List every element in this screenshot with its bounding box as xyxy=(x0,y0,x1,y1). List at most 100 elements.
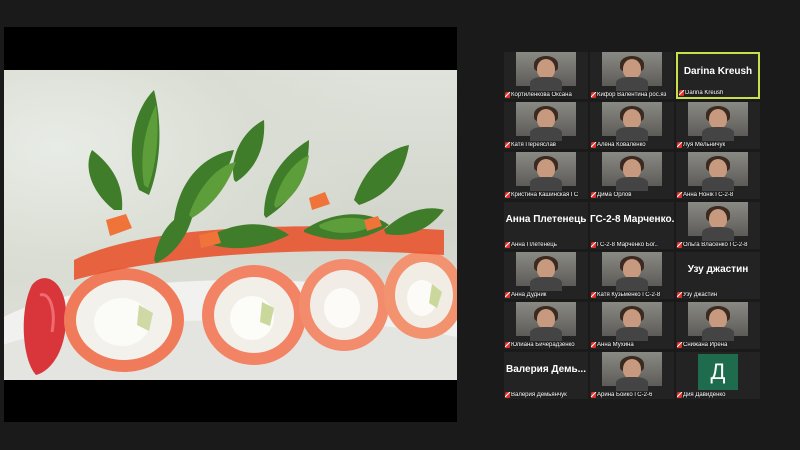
participant-video xyxy=(602,352,662,391)
participant-video xyxy=(602,302,662,341)
participant-name-label: ГС-2-8 Марченко Бог.. xyxy=(591,242,673,248)
participant-tile[interactable]: Валерия Демь... Валерия Демьянчук xyxy=(504,352,588,399)
participant-display-name: Узу джастин xyxy=(687,264,749,275)
participant-name: Катя Переяслав xyxy=(511,142,556,148)
participant-video xyxy=(602,252,662,291)
muted-mic-icon xyxy=(677,192,682,198)
participant-tile[interactable]: Катя Переяслав xyxy=(504,102,588,149)
participant-tile[interactable]: Кортиленкова Оксана xyxy=(504,52,588,99)
muted-mic-icon xyxy=(591,92,596,98)
participant-name-label: Узу джастин xyxy=(677,292,759,298)
participant-tile[interactable]: Кристина Кашинская ГС xyxy=(504,152,588,199)
participant-name-label: Снижана Ирена xyxy=(677,342,759,348)
participant-name-label: Валерия Демьянчук xyxy=(505,392,587,398)
participant-video xyxy=(516,152,576,191)
participant-name: Снижана Ирена xyxy=(683,342,728,348)
participant-name: Darina Kreush xyxy=(685,90,724,96)
sushi-rolls-photo xyxy=(4,70,457,380)
muted-mic-icon xyxy=(505,392,510,398)
shared-screen xyxy=(4,27,457,422)
participant-video xyxy=(602,52,662,91)
participant-video xyxy=(516,252,576,291)
participant-name-label: Катя Переяслав xyxy=(505,142,587,148)
participant-video xyxy=(516,302,576,341)
muted-mic-icon xyxy=(591,192,596,198)
participant-tile[interactable]: Анна Нонік ГС-2-8 xyxy=(676,152,760,199)
muted-mic-icon xyxy=(677,242,682,248)
participant-name: Анна Плетенець xyxy=(511,242,557,248)
participant-name-label: Дима Орлов xyxy=(591,192,673,198)
participant-name-label: Арина Бойко ГС-2-6 xyxy=(591,392,673,398)
participant-name-label: Анна Мухина xyxy=(591,342,673,348)
muted-mic-icon xyxy=(677,392,682,398)
participant-name-label: Анна Плетенець xyxy=(505,242,587,248)
muted-mic-icon xyxy=(591,292,596,298)
participant-tile[interactable]: Д Дия Давиденко xyxy=(676,352,760,399)
participant-tile[interactable]: Darina Kreush Darina Kreush xyxy=(676,52,760,99)
participant-name: Кристина Кашинская ГС xyxy=(511,192,579,198)
muted-mic-icon xyxy=(591,392,596,398)
participant-tile[interactable]: Снижана Ирена xyxy=(676,302,760,349)
participant-video xyxy=(688,202,748,241)
muted-mic-icon xyxy=(505,92,510,98)
participant-tile[interactable]: Узу джастин Узу джастин xyxy=(676,252,760,299)
participant-name: Катя Кузьменко ГС-2-8 xyxy=(597,292,661,298)
participant-video xyxy=(688,152,748,191)
participant-name: Луя Мельничук xyxy=(683,142,726,148)
participant-name: Анна Мухина xyxy=(597,342,634,348)
participant-name: Ольга Власенко ГС-2-8 xyxy=(683,242,748,248)
participant-display-name: ГС-2-8 Марченко... xyxy=(590,214,674,225)
participant-video xyxy=(516,52,576,91)
participant-video xyxy=(516,102,576,141)
participant-avatar: Д xyxy=(698,354,738,390)
participant-tile[interactable]: Кифор Валентина рос.яз xyxy=(590,52,674,99)
muted-mic-icon xyxy=(505,342,510,348)
participant-name: Юлиана Бичерадзенко xyxy=(511,342,575,348)
participant-tile[interactable]: Юлиана Бичерадзенко xyxy=(504,302,588,349)
participant-name: Анна Дудник xyxy=(511,292,547,298)
participant-display-name: Валерия Демь... xyxy=(506,364,586,375)
participant-name: Алёна Коваленко xyxy=(597,142,646,148)
participant-name-label: Дия Давиденко xyxy=(677,392,759,398)
muted-mic-icon xyxy=(679,90,684,96)
participant-display-name: Darina Kreush xyxy=(683,66,753,77)
participant-tile[interactable]: Ольга Власенко ГС-2-8 xyxy=(676,202,760,249)
participant-tile[interactable]: Дима Орлов xyxy=(590,152,674,199)
muted-mic-icon xyxy=(677,342,682,348)
participant-tile[interactable]: Луя Мельничук xyxy=(676,102,760,149)
muted-mic-icon xyxy=(505,292,510,298)
muted-mic-icon xyxy=(677,142,682,148)
participant-name-label: Кифор Валентина рос.яз xyxy=(591,92,673,98)
participant-tile[interactable]: ГС-2-8 Марченко... ГС-2-8 Марченко Бог.. xyxy=(590,202,674,249)
muted-mic-icon xyxy=(505,192,510,198)
participant-tile[interactable]: Катя Кузьменко ГС-2-8 xyxy=(590,252,674,299)
participant-display-name: Анна Плетенець xyxy=(505,214,587,225)
participant-name-label: Анна Нонік ГС-2-8 xyxy=(677,192,759,198)
participant-name-label: Юлиана Бичерадзенко xyxy=(505,342,587,348)
muted-mic-icon xyxy=(677,292,682,298)
participant-video xyxy=(688,102,748,141)
participant-name: Кифор Валентина рос.яз xyxy=(597,92,667,98)
participant-name-label: Алёна Коваленко xyxy=(591,142,673,148)
participant-name: Дима Орлов xyxy=(597,192,632,198)
participant-tile[interactable]: Алёна Коваленко xyxy=(590,102,674,149)
muted-mic-icon xyxy=(591,242,596,248)
participant-tile[interactable]: Анна Мухина xyxy=(590,302,674,349)
participant-tile[interactable]: Анна Плетенець Анна Плетенець xyxy=(504,202,588,249)
muted-mic-icon xyxy=(505,242,510,248)
participant-name: Дия Давиденко xyxy=(683,392,726,398)
participant-name-label: Анна Дудник xyxy=(505,292,587,298)
participant-name-label: Ольга Власенко ГС-2-8 xyxy=(677,242,759,248)
participant-name-label: Луя Мельничук xyxy=(677,142,759,148)
participant-tile[interactable]: Анна Дудник xyxy=(504,252,588,299)
muted-mic-icon xyxy=(591,342,596,348)
participant-name: Анна Нонік ГС-2-8 xyxy=(683,192,734,198)
participant-name: Кортиленкова Оксана xyxy=(511,92,572,98)
participant-tile[interactable]: Арина Бойко ГС-2-6 xyxy=(590,352,674,399)
participant-name-label: Катя Кузьменко ГС-2-8 xyxy=(591,292,673,298)
participant-name-label: Darina Kreush xyxy=(679,90,757,96)
participant-video xyxy=(688,302,748,341)
participant-video xyxy=(602,102,662,141)
participant-name: Арина Бойко ГС-2-6 xyxy=(597,392,653,398)
participant-name-label: Кристина Кашинская ГС xyxy=(505,192,587,198)
